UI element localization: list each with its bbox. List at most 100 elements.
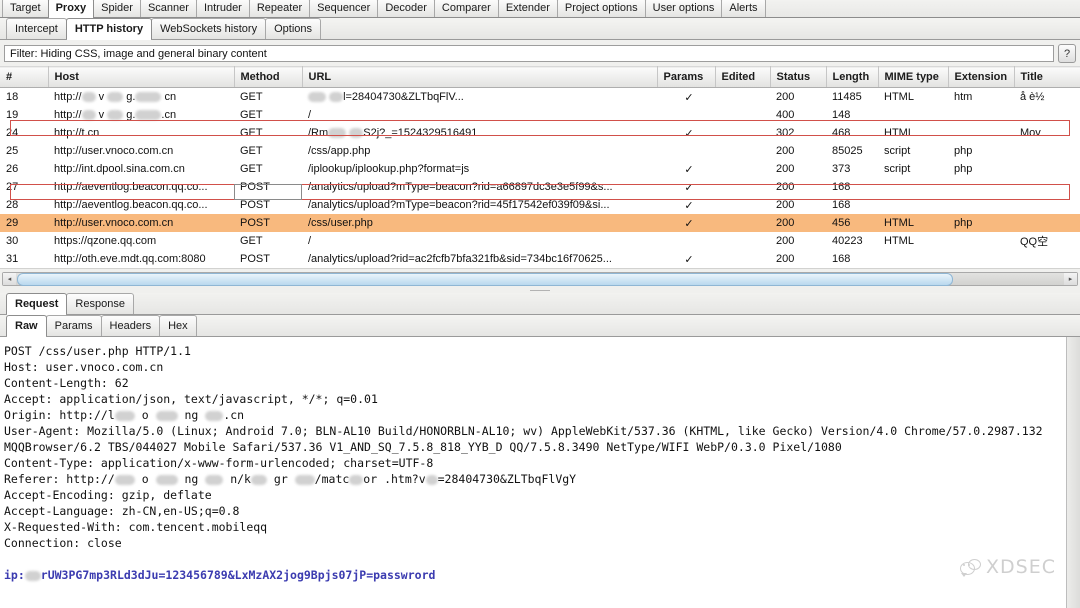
cell-url: /analytics/upload?mType=beacon?rid=45f17… bbox=[308, 199, 610, 211]
table-row[interactable]: 19 http:// v g. .cn GET / 400 148 bbox=[0, 106, 1080, 124]
tab-intruder[interactable]: Intruder bbox=[195, 0, 250, 17]
tab-decoder[interactable]: Decoder bbox=[377, 0, 435, 17]
cell-host: http://aeventlog.beacon.qq.co... bbox=[54, 181, 208, 193]
cell-host: http://user.vnoco.com.cn bbox=[54, 145, 174, 157]
table-row[interactable]: 25 http://user.vnoco.com.cn GET/css/app.ph… bbox=[0, 142, 1080, 160]
cell-status: 200 bbox=[776, 91, 795, 103]
cell-mime-type: HTML bbox=[884, 235, 914, 247]
column-header-host[interactable]: Host bbox=[48, 66, 235, 88]
tab-options[interactable]: Options bbox=[265, 18, 322, 39]
cell-extension: htm bbox=[954, 91, 973, 103]
request-line: Accept-Language: zh-CN,en-US;q=0.8 bbox=[4, 504, 240, 518]
cell-params bbox=[657, 142, 715, 160]
proxy-sub-tab-strip: Intercept HTTP history WebSockets history O… bbox=[0, 18, 1080, 40]
cell-extension bbox=[948, 196, 1014, 214]
table-row[interactable]: 31 http://oth.eve.mdt.qq.com:8080 POST/ana… bbox=[0, 250, 1080, 268]
column-header-extension[interactable]: Extension bbox=[948, 66, 1015, 88]
help-icon[interactable]: ? bbox=[1058, 44, 1076, 63]
tab-proxy[interactable]: Proxy bbox=[47, 0, 95, 18]
cell-edited bbox=[715, 214, 770, 232]
tab-target[interactable]: Target bbox=[2, 0, 49, 17]
tab-hex[interactable]: Hex bbox=[159, 315, 197, 336]
tab-http-history[interactable]: HTTP history bbox=[65, 18, 153, 40]
scroll-left-arrow-icon[interactable]: ◂ bbox=[3, 273, 16, 285]
column-header-[interactable]: # bbox=[0, 66, 49, 88]
redaction-blur bbox=[329, 92, 344, 103]
cell-method: GET bbox=[240, 91, 263, 103]
tab-raw[interactable]: Raw bbox=[6, 315, 47, 337]
cell-host: http:// v g. cn bbox=[54, 91, 177, 103]
table-row[interactable]: 27 http://aeventlog.beacon.qq.co... POST/a… bbox=[0, 178, 1080, 196]
cell-method: POST bbox=[240, 253, 270, 265]
cell-index: 18 bbox=[6, 91, 19, 103]
column-header-method[interactable]: Method bbox=[234, 66, 303, 88]
tab-request[interactable]: Request bbox=[6, 293, 68, 315]
request-vertical-scrollbar[interactable] bbox=[1066, 337, 1080, 608]
table-row[interactable]: 28 http://aeventlog.beacon.qq.co... POST/a… bbox=[0, 196, 1080, 214]
column-header-length[interactable]: Length bbox=[826, 66, 879, 88]
column-header-edited[interactable]: Edited bbox=[715, 66, 771, 88]
request-line: Referer: http:// o ng n/k gr /matc or .ht… bbox=[4, 472, 577, 486]
table-row[interactable]: 29 http://user.vnoco.com.cn POST/css/user.… bbox=[0, 214, 1080, 232]
table-row[interactable]: 30 https://qzone.qq.com GET / 200 40223 HTML QQ… bbox=[0, 232, 1080, 250]
cell-length: 11485 bbox=[832, 91, 862, 103]
cell-length: 168 bbox=[832, 199, 851, 211]
tab-scanner[interactable]: Scanner bbox=[139, 0, 197, 17]
redaction-blur bbox=[114, 410, 135, 421]
cell-extension: php bbox=[948, 214, 1014, 232]
horizontal-scrollbar[interactable]: ◂ ▸ bbox=[2, 272, 1078, 286]
cell-edited bbox=[715, 124, 770, 142]
table-row[interactable]: 24 http://t.cn GET/Rm S2j?_=1524329516491 ✓… bbox=[0, 124, 1080, 142]
tab-user-options[interactable]: User options bbox=[644, 0, 723, 17]
redaction-blur bbox=[294, 474, 315, 485]
cell-params bbox=[657, 232, 715, 250]
table-row[interactable]: 26 http://int.dpool.sina.com.cn GET/iplook… bbox=[0, 160, 1080, 178]
cell-edited bbox=[715, 106, 770, 124]
tab-comparer[interactable]: Comparer bbox=[433, 0, 499, 17]
column-header-status[interactable]: Status bbox=[770, 66, 827, 88]
cell-params: ✓ bbox=[684, 181, 694, 194]
request-line: User-Agent: Mozilla/5.0 (Linux; Android … bbox=[4, 424, 1043, 438]
tab-repeater[interactable]: Repeater bbox=[248, 0, 311, 17]
column-header-title[interactable]: Title bbox=[1014, 66, 1080, 88]
watermark-label: XDSEC bbox=[986, 556, 1056, 578]
tab-intercept[interactable]: Intercept bbox=[6, 18, 67, 39]
redaction-blur bbox=[107, 110, 124, 121]
scrollbar-thumb[interactable] bbox=[17, 272, 954, 286]
tab-sequencer[interactable]: Sequencer bbox=[309, 0, 379, 17]
tab-project-options[interactable]: Project options bbox=[556, 0, 646, 17]
tab-params[interactable]: Params bbox=[45, 315, 102, 336]
cell-edited bbox=[715, 178, 770, 196]
cell-title bbox=[1014, 214, 1080, 232]
cell-params: ✓ bbox=[657, 214, 715, 232]
column-header-mime-type[interactable]: MIME type bbox=[878, 66, 949, 88]
redaction-blur bbox=[349, 474, 364, 485]
tab-response[interactable]: Response bbox=[66, 293, 134, 314]
cell-method: POST bbox=[234, 214, 302, 232]
pane-splitter[interactable] bbox=[0, 288, 1080, 293]
tab-websockets-history[interactable]: WebSockets history bbox=[151, 18, 267, 39]
cell-length: 373 bbox=[832, 163, 851, 175]
cell-params: ✓ bbox=[684, 163, 694, 176]
request-line: MQQBrowser/6.2 TBS/044027 Mobile Safari/… bbox=[4, 440, 842, 454]
column-header-url[interactable]: URL bbox=[302, 66, 658, 88]
cell-length: 168 bbox=[832, 181, 851, 193]
cell-status: 200 bbox=[776, 199, 795, 211]
cell-length: 148 bbox=[832, 109, 851, 121]
cell-title bbox=[1014, 142, 1080, 160]
cell-extension: php bbox=[954, 145, 973, 157]
request-line: Accept: application/json, text/javascrip… bbox=[4, 392, 378, 406]
request-line: Host: user.vnoco.com.cn bbox=[4, 360, 164, 374]
tab-headers[interactable]: Headers bbox=[100, 315, 161, 336]
cell-length: 85025 bbox=[832, 145, 863, 157]
tab-extender[interactable]: Extender bbox=[497, 0, 558, 17]
raw-request-text[interactable]: POST /css/user.php HTTP/1.1 Host: user.vn… bbox=[0, 337, 1080, 608]
scroll-right-arrow-icon[interactable]: ▸ bbox=[1064, 273, 1077, 285]
table-row[interactable]: 18 http:// v g. cn GET l=28404730&ZLTbqFlV… bbox=[0, 88, 1080, 107]
cell-index: 29 bbox=[0, 214, 48, 232]
filter-bar[interactable]: Filter: Hiding CSS, image and general bi… bbox=[4, 45, 1054, 62]
redaction-blur bbox=[114, 474, 135, 485]
tab-spider[interactable]: Spider bbox=[93, 0, 141, 17]
column-header-params[interactable]: Params bbox=[657, 66, 716, 88]
tab-alerts[interactable]: Alerts bbox=[721, 0, 766, 17]
